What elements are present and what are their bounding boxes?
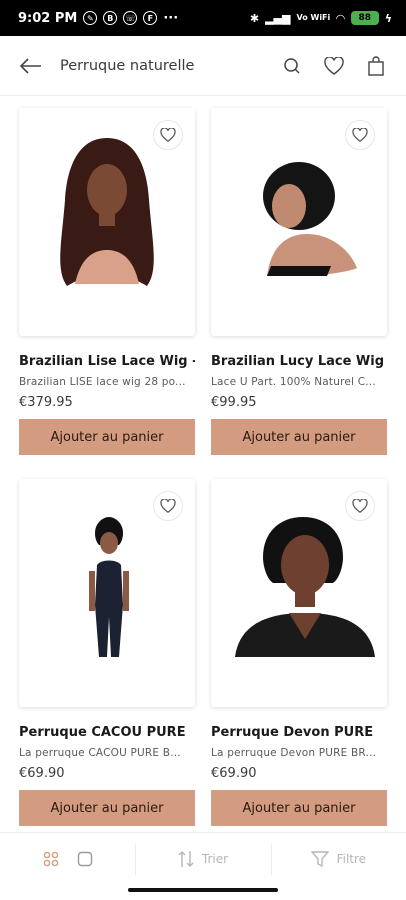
- filter-label: Filtre: [336, 851, 367, 866]
- add-to-cart-button[interactable]: Ajouter au panier: [19, 790, 195, 826]
- page-title: Perruque naturelle: [60, 57, 195, 74]
- product-name[interactable]: Brazilian Lise Lace Wig -: [19, 354, 195, 369]
- status-bar: 9:02 PM ✎ B ☏ F ··· ✱ ▂▄▆ Vo WiFi ◠ 88 ϟ: [0, 0, 406, 36]
- battery-icon: 88: [350, 11, 379, 25]
- product-card[interactable]: Perruque Devon PURE La perruque Devon PU…: [211, 479, 387, 826]
- charging-icon: ϟ: [384, 11, 392, 25]
- more-notifications-icon: ···: [163, 10, 179, 26]
- notification-icon: B: [103, 11, 118, 25]
- view-toggle[interactable]: [0, 833, 135, 884]
- notification-icon: F: [143, 11, 158, 25]
- product-card[interactable]: Brazilian Lise Lace Wig - Brazilian LISE…: [19, 108, 195, 455]
- network-label: Vo WiFi: [296, 13, 331, 22]
- product-image[interactable]: [211, 479, 387, 707]
- product-price: €69.90: [19, 766, 65, 781]
- favorite-button[interactable]: [153, 120, 183, 150]
- sort-button[interactable]: Trier: [135, 833, 270, 884]
- product-price: €69.90: [211, 766, 257, 781]
- notification-icon: ✎: [83, 11, 98, 25]
- add-to-cart-button[interactable]: Ajouter au panier: [19, 419, 195, 455]
- status-time: 9:02 PM: [18, 10, 78, 26]
- filter-button[interactable]: Filtre: [270, 833, 406, 884]
- filter-icon: [310, 850, 329, 867]
- product-card[interactable]: Brazilian Lucy Lace Wig Lace U Part. 100…: [211, 108, 387, 455]
- signal-icon: ▂▄▆: [265, 11, 291, 25]
- product-price: €99.95: [211, 395, 257, 410]
- whatsapp-icon: ☏: [123, 11, 138, 25]
- bottom-toolbar: Trier Filtre: [0, 832, 406, 884]
- bluetooth-icon: ✱: [249, 11, 260, 25]
- product-description: La perruque Devon PURE BR...: [211, 747, 377, 759]
- favorite-button[interactable]: [153, 491, 183, 521]
- product-card[interactable]: Perruque CACOU PURE La perruque CACOU PU…: [19, 479, 195, 826]
- product-name[interactable]: Perruque CACOU PURE: [19, 725, 195, 740]
- app-bar: Perruque naturelle: [0, 36, 406, 96]
- favorite-button[interactable]: [345, 491, 375, 521]
- back-arrow-icon[interactable]: [18, 53, 44, 79]
- status-left: 9:02 PM ✎ B ☏ F ···: [18, 11, 178, 26]
- heart-icon: [160, 499, 176, 513]
- add-to-cart-button[interactable]: Ajouter au panier: [211, 790, 387, 826]
- product-price: €379.95: [19, 395, 73, 410]
- heart-icon[interactable]: [322, 54, 346, 78]
- add-to-cart-button[interactable]: Ajouter au panier: [211, 419, 387, 455]
- favorite-button[interactable]: [345, 120, 375, 150]
- product-image[interactable]: [19, 479, 195, 707]
- shopping-bag-icon[interactable]: [364, 54, 388, 78]
- grid-view-icon[interactable]: [43, 851, 59, 867]
- home-indicator[interactable]: [128, 888, 278, 892]
- header-actions: [280, 54, 388, 78]
- wifi-icon: ◠: [336, 11, 345, 25]
- heart-icon: [160, 128, 176, 142]
- product-description: Brazilian LISE lace wig 28 po...: [19, 376, 186, 388]
- heart-icon: [352, 128, 368, 142]
- product-description: La perruque CACOU PURE B...: [19, 747, 181, 759]
- single-view-icon[interactable]: [77, 851, 93, 867]
- sort-label: Trier: [201, 851, 229, 866]
- heart-icon: [352, 499, 368, 513]
- product-image[interactable]: [19, 108, 195, 336]
- status-right: ✱ ▂▄▆ Vo WiFi ◠ 88 ϟ: [250, 11, 392, 25]
- search-icon[interactable]: [280, 54, 304, 78]
- product-description: Lace U Part. 100% Naturel C...: [211, 376, 376, 388]
- sort-icon: [178, 850, 194, 867]
- product-name[interactable]: Brazilian Lucy Lace Wig: [211, 354, 387, 369]
- product-name[interactable]: Perruque Devon PURE: [211, 725, 387, 740]
- product-image[interactable]: [211, 108, 387, 336]
